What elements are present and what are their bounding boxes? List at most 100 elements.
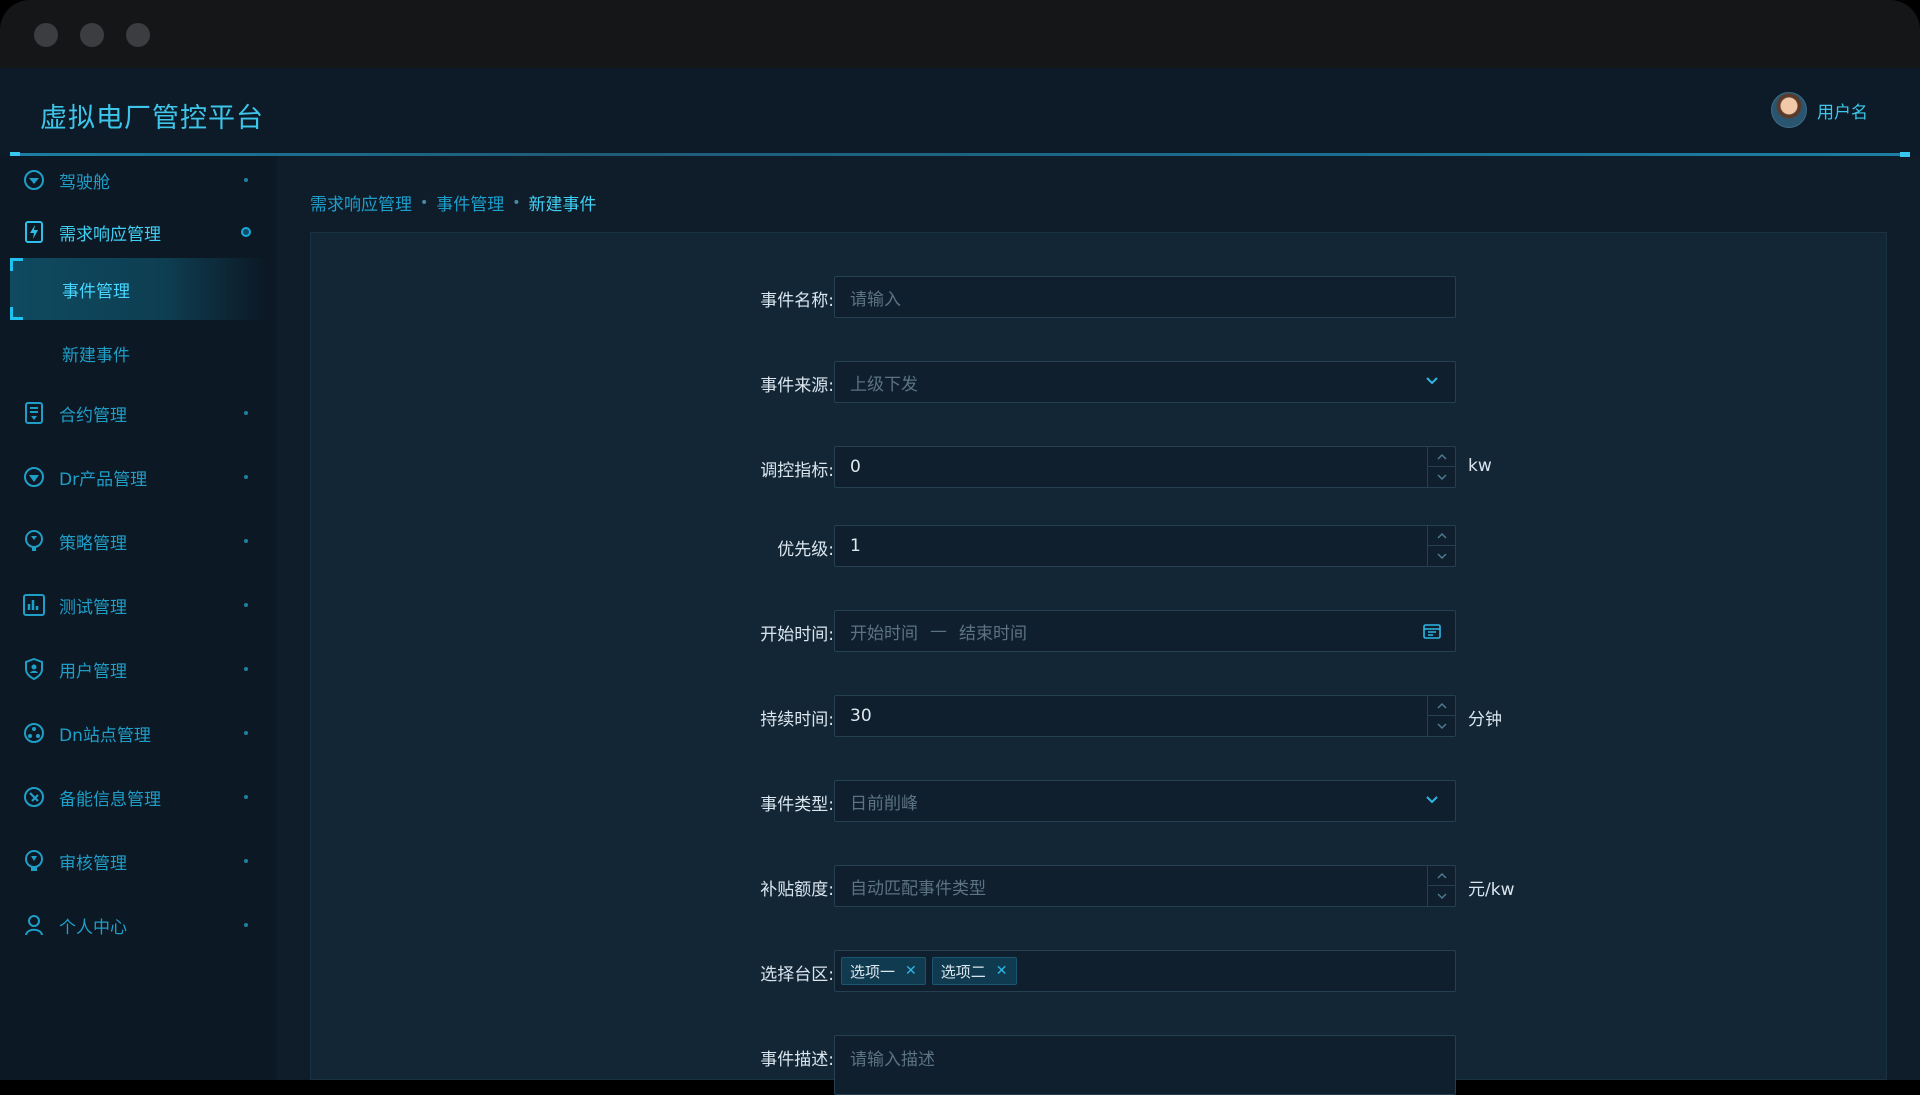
subsidy-placeholder: 自动匹配事件类型 [850,878,986,899]
date-range-picker[interactable]: 开始时间 — 结束时间 [834,610,1456,652]
breadcrumb-separator: • [420,194,429,211]
duration-input[interactable]: 30 [834,695,1456,737]
description-textarea[interactable]: 请输入描述 [834,1035,1456,1095]
calendar-icon [1423,624,1441,639]
window-minimize-button[interactable] [80,23,104,47]
control-target-value: 0 [850,457,861,477]
control-target-label: 调控指标: [760,461,834,481]
priority-row: 优先级: 1 [311,525,1888,567]
window-close-button[interactable] [34,23,58,47]
sidebar-item-dn-site[interactable]: Dn站点管理 [0,709,277,757]
decrement-button[interactable] [1428,546,1455,566]
sidebar-item-contract[interactable]: 合约管理 [0,389,277,437]
contract-icon [22,401,46,425]
event-name-placeholder: 请输入 [850,289,901,310]
event-source-value: 上级下发 [850,374,918,395]
subsidy-input[interactable]: 自动匹配事件类型 [834,865,1456,907]
increment-button[interactable] [1428,526,1455,546]
district-row: 选择台区: 选项一 ✕ 选项二 ✕ [311,950,1888,992]
control-target-input[interactable]: 0 [834,446,1456,488]
breadcrumb-item-event-management[interactable]: 事件管理 [436,190,504,215]
sidebar-item-label: 需求响应管理 [59,224,161,245]
increment-button[interactable] [1428,447,1455,467]
close-icon[interactable]: ✕ [996,963,1008,979]
sidebar-item-dr-product[interactable]: Dr产品管理 [0,453,277,501]
breadcrumb-separator: • [512,194,521,211]
decrement-button[interactable] [1428,886,1455,906]
subsidy-label: 补贴额度: [760,880,834,900]
expand-indicator [244,178,248,182]
duration-stepper [1427,696,1455,736]
chevron-down-icon [1436,892,1447,899]
duration-value: 30 [850,706,872,726]
sidebar-item-users[interactable]: 用户管理 [0,645,277,693]
sidebar-item-cockpit[interactable]: 驾驶舱 [0,156,277,204]
sidebar-item-energy-info[interactable]: 备能信息管理 [0,773,277,821]
avatar[interactable] [1771,92,1807,128]
event-source-select[interactable]: 上级下发 [834,361,1456,403]
sidebar-item-label: 策略管理 [59,533,127,554]
close-icon[interactable]: ✕ [905,963,917,979]
header: 虚拟电厂管控平台 用户名 [0,68,1920,157]
description-row: 事件描述: 请输入描述 [311,1035,1888,1095]
header-divider [10,152,1910,157]
increment-button[interactable] [1428,696,1455,716]
control-target-unit: kw [1468,456,1492,476]
sidebar: 驾驶舱 需求响应管理 事件管理 新建事件 合约管理 Dr产品管理 策略管理 测试… [0,156,277,1080]
subsidy-unit: 元/kw [1468,880,1515,900]
start-time-placeholder: 开始时间 [850,623,918,644]
strategy-icon [22,529,46,553]
product-icon [22,465,46,489]
priority-value: 1 [850,536,861,556]
sidebar-item-new-event[interactable]: 新建事件 [10,322,267,384]
user-name[interactable]: 用户名 [1817,98,1868,123]
chevron-down-icon [1436,552,1447,559]
sidebar-item-label: 测试管理 [59,597,127,618]
sidebar-item-test[interactable]: 测试管理 [0,581,277,629]
site-icon [22,721,46,745]
priority-input[interactable]: 1 [834,525,1456,567]
event-type-row: 事件类型: 日前削峰 [311,780,1888,822]
sidebar-item-label: 备能信息管理 [59,789,161,810]
subsidy-row: 补贴额度: 自动匹配事件类型 元/kw [311,865,1888,907]
district-multiselect[interactable]: 选项一 ✕ 选项二 ✕ [834,950,1456,992]
decrement-button[interactable] [1428,467,1455,487]
chevron-up-icon [1436,702,1447,709]
event-type-select[interactable]: 日前削峰 [834,780,1456,822]
duration-label: 持续时间: [760,710,834,730]
user-menu[interactable]: 用户名 [1771,92,1868,128]
sidebar-item-strategy[interactable]: 策略管理 [0,517,277,565]
event-type-value: 日前削峰 [850,793,918,814]
sidebar-item-audit[interactable]: 审核管理 [0,837,277,885]
duration-row: 持续时间: 30 分钟 [311,695,1888,737]
sidebar-item-label: 用户管理 [59,661,127,682]
event-name-row: 事件名称: 请输入 [311,276,1888,318]
district-tag: 选项一 ✕ [841,957,926,985]
duration-unit: 分钟 [1468,710,1502,730]
chevron-up-icon [1436,532,1447,539]
decrement-button[interactable] [1428,716,1455,736]
sidebar-item-label: Dn站点管理 [59,725,151,746]
audit-icon [22,849,46,873]
expand-indicator [244,603,248,607]
user-shield-icon [22,657,46,681]
district-label: 选择台区: [760,965,834,985]
sidebar-item-demand-response[interactable]: 需求响应管理 [0,208,277,256]
sidebar-item-label: 审核管理 [59,853,127,874]
description-placeholder: 请输入描述 [850,1050,935,1070]
end-time-placeholder: 结束时间 [959,623,1027,644]
expand-indicator [244,923,248,927]
sidebar-item-event-management[interactable]: 事件管理 [10,258,267,320]
sidebar-item-personal-center[interactable]: 个人中心 [0,901,277,949]
event-name-input[interactable]: 请输入 [834,276,1456,318]
control-target-row: 调控指标: 0 kw [311,446,1888,488]
window-maximize-button[interactable] [126,23,150,47]
expand-indicator [244,731,248,735]
sidebar-item-label: 驾驶舱 [59,172,110,193]
start-time-row: 开始时间: 开始时间 — 结束时间 [311,610,1888,652]
breadcrumb-item-demand-response[interactable]: 需求响应管理 [310,190,412,215]
event-name-label: 事件名称: [760,291,834,311]
chevron-down-icon [1426,796,1438,804]
increment-button[interactable] [1428,866,1455,886]
chevron-up-icon [1436,453,1447,460]
